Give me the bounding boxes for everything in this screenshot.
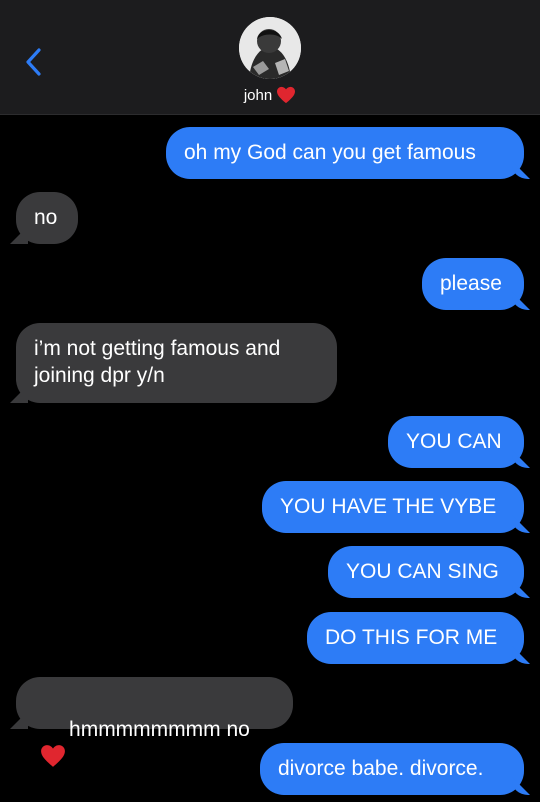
- message-thread: oh my God can you get famous no please i…: [0, 114, 540, 802]
- sent-message[interactable]: DO THIS FOR ME: [307, 612, 524, 664]
- avatar-photo: [239, 17, 301, 79]
- message-text: i’m not getting famous and joining dpr y…: [34, 337, 281, 387]
- chevron-left-icon: [26, 48, 41, 76]
- received-message[interactable]: hmmmmmmmm no: [16, 677, 293, 767]
- sent-message[interactable]: divorce babe. divorce.: [260, 743, 524, 795]
- message-text: DO THIS FOR ME: [325, 626, 498, 649]
- message-text: divorce babe. divorce.: [278, 757, 484, 780]
- message-text: please: [440, 272, 502, 295]
- message-text: hmmmmmmmm no: [69, 718, 250, 741]
- conversation-header: john: [0, 0, 540, 115]
- contact-name-label: john: [243, 86, 273, 104]
- received-message[interactable]: no: [16, 192, 78, 244]
- red-heart-icon: [277, 86, 296, 104]
- sent-message[interactable]: YOU CAN SING: [328, 546, 524, 598]
- message-text: no: [34, 206, 58, 229]
- red-heart-icon: [41, 745, 65, 767]
- sent-message[interactable]: oh my God can you get famous: [166, 127, 524, 179]
- avatar[interactable]: [239, 17, 301, 79]
- sent-message[interactable]: YOU CAN: [388, 416, 524, 468]
- received-message[interactable]: i’m not getting famous and joining dpr y…: [16, 323, 337, 403]
- back-button[interactable]: [18, 44, 48, 80]
- message-text: oh my God can you get famous: [184, 141, 476, 164]
- message-text: YOU CAN SING: [346, 560, 499, 583]
- contact-name[interactable]: john: [0, 86, 540, 104]
- sent-message[interactable]: YOU HAVE THE VYBE: [262, 481, 524, 533]
- message-text: YOU HAVE THE VYBE: [280, 495, 497, 518]
- message-text: YOU CAN: [406, 430, 502, 453]
- sent-message[interactable]: please: [422, 258, 524, 310]
